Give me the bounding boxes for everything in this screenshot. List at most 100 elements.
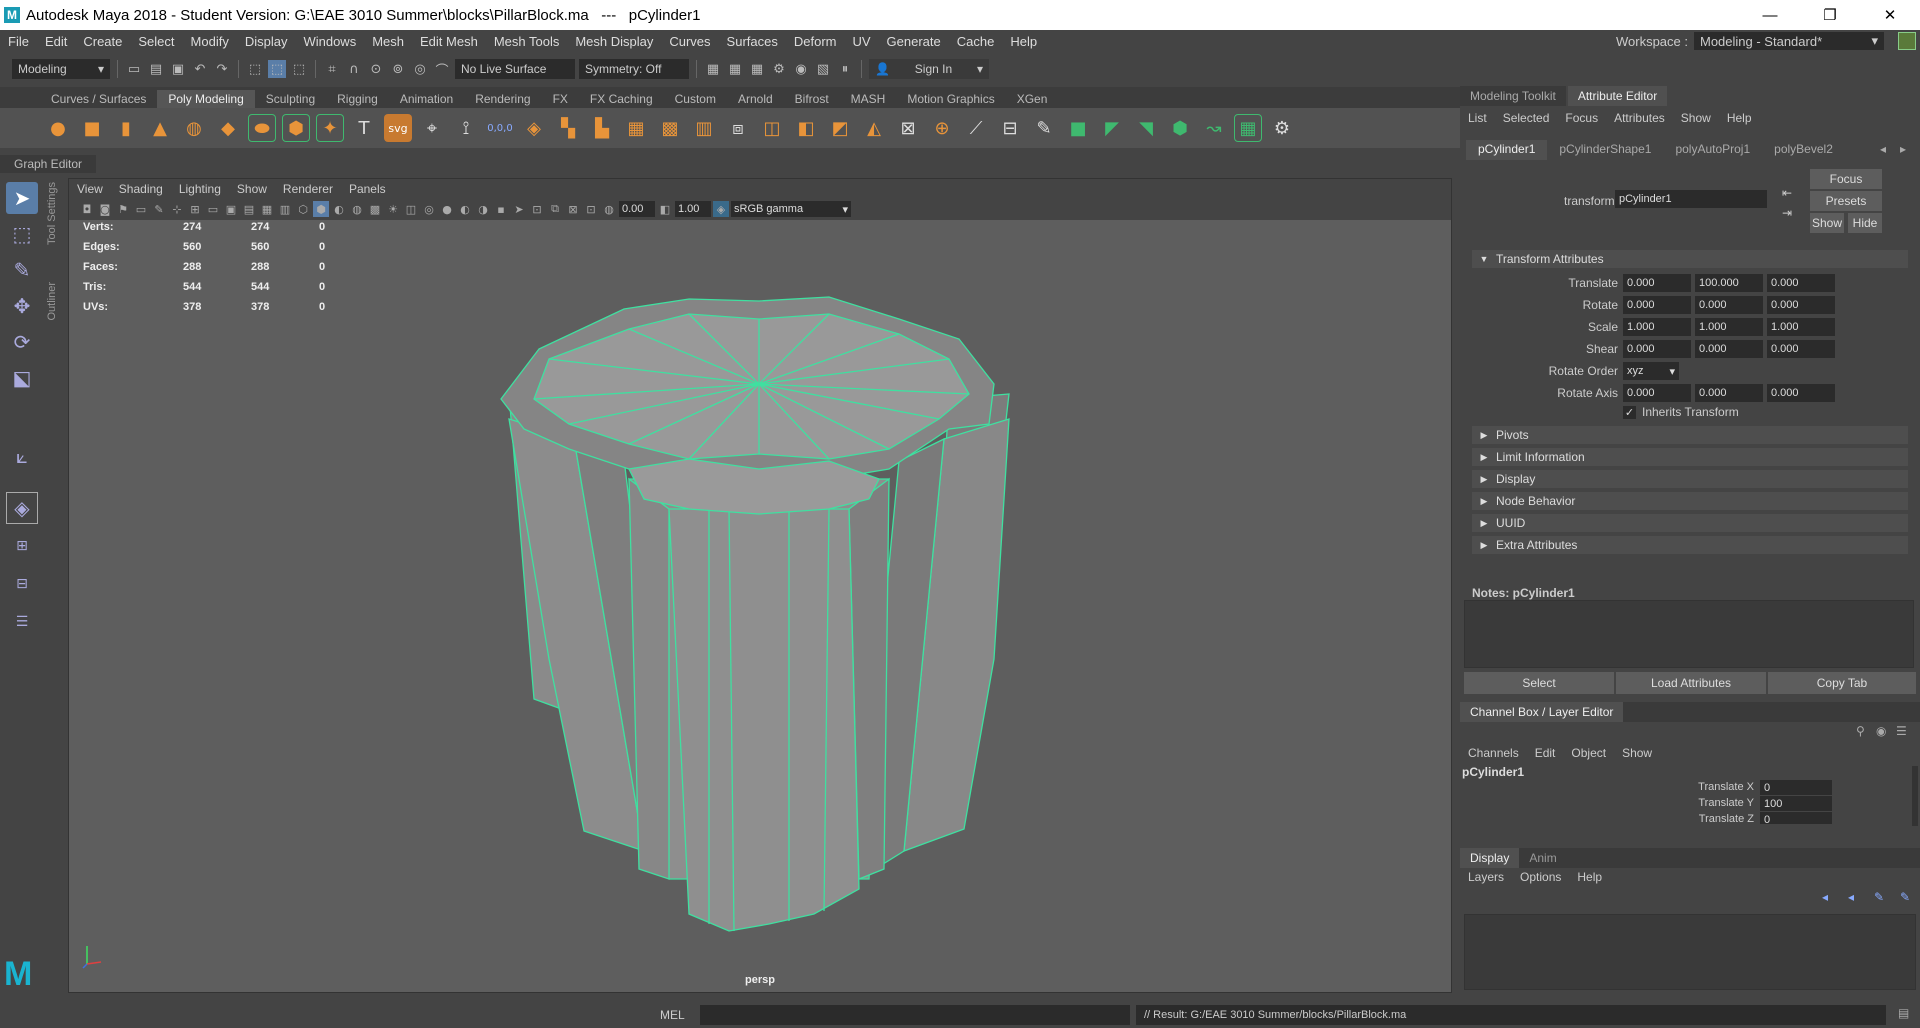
pillar-mesh[interactable]	[69, 179, 1452, 993]
render-view-icon[interactable]: ▦	[704, 60, 722, 78]
rotate-x-field[interactable]: 0.000	[1623, 296, 1691, 314]
tab-scroll-right-icon[interactable]: ▸	[1900, 142, 1906, 156]
ae-menu-focus[interactable]: Focus	[1557, 111, 1606, 125]
presets-button[interactable]: Presets	[1810, 191, 1882, 211]
two-view-icon[interactable]: ⊟	[6, 568, 38, 600]
layer-menu-layers[interactable]: Layers	[1460, 870, 1512, 884]
type-icon[interactable]: T	[350, 114, 378, 142]
translate-x-field[interactable]: 0.000	[1623, 274, 1691, 292]
channel-value-field[interactable]: 0	[1760, 780, 1832, 795]
channel-box-icon[interactable]: ⚲	[1856, 724, 1865, 738]
paint-select-tool-icon[interactable]: ✎	[6, 254, 38, 286]
transform-name-field[interactable]: pCylinder1	[1615, 190, 1767, 208]
shelf-tab-animation[interactable]: Animation	[389, 90, 464, 108]
channel-value-field[interactable]: 0	[1760, 812, 1832, 824]
rotate-order-dropdown[interactable]: xyz ▾	[1623, 362, 1679, 380]
transform-attributes-section[interactable]: ▼ Transform Attributes	[1472, 250, 1908, 268]
cb-menu-object[interactable]: Object	[1563, 746, 1614, 760]
cut-uv-icon[interactable]: ↝	[1200, 114, 1228, 142]
shelf-tab-rendering[interactable]: Rendering	[464, 90, 541, 108]
snap-point-icon[interactable]: ⊙	[367, 60, 385, 78]
focus-arrow-icon[interactable]: ⇤	[1782, 186, 1792, 200]
spherical-uv-icon[interactable]: ◥	[1132, 114, 1160, 142]
tab-modeling-toolkit[interactable]: Modeling Toolkit	[1460, 86, 1566, 106]
poly-cube-icon[interactable]: ■	[78, 114, 106, 142]
shelf-tab-arnold[interactable]: Arnold	[727, 90, 784, 108]
cylindrical-uv-icon[interactable]: ◤	[1098, 114, 1126, 142]
close-button[interactable]: ✕	[1860, 0, 1920, 30]
copy-tab-button[interactable]: Copy Tab	[1768, 672, 1916, 694]
uuid-section[interactable]: ▶ UUID	[1472, 514, 1908, 532]
shelf-tab-curves-surfaces[interactable]: Curves / Surfaces	[40, 90, 157, 108]
new-layer-icon[interactable]: ✎	[1874, 890, 1884, 904]
shelf-tab-poly-modeling[interactable]: Poly Modeling	[157, 90, 255, 108]
multi-cut-icon[interactable]: ⊠	[894, 114, 922, 142]
rotate-axis-y-field[interactable]: 0.000	[1695, 384, 1763, 402]
open-scene-icon[interactable]: ▤	[147, 60, 165, 78]
show-button[interactable]: Show	[1810, 213, 1844, 233]
menu-create[interactable]: Create	[75, 34, 130, 49]
node-tab-pcylinder1[interactable]: pCylinder1	[1466, 140, 1548, 160]
arnold-icon[interactable]: ▧	[814, 60, 832, 78]
maximize-button[interactable]: ❐	[1800, 0, 1860, 30]
graph-editor-tab[interactable]: Graph Editor	[0, 155, 97, 173]
fill-hole-icon[interactable]: ◩	[826, 114, 854, 142]
tool-settings-icon[interactable]: ☰	[1896, 724, 1907, 738]
render-icon[interactable]: ▦	[726, 60, 744, 78]
node-tab-pcylindershape1[interactable]: pCylinderShape1	[1547, 140, 1663, 160]
quad-draw-icon[interactable]: ✎	[1030, 114, 1058, 142]
center-pivot-icon[interactable]: ⌖	[418, 114, 446, 142]
sign-in-button[interactable]: 👤 Sign In ▾	[869, 59, 989, 79]
cb-menu-show[interactable]: Show	[1614, 746, 1660, 760]
ae-menu-list[interactable]: List	[1460, 111, 1495, 125]
poly-torus-icon[interactable]: ◍	[180, 114, 208, 142]
last-tool-icon[interactable]: ⟀	[6, 440, 38, 472]
lock-icon[interactable]	[1898, 32, 1916, 50]
poly-plane-icon[interactable]: ◆	[214, 114, 242, 142]
scale-y-field[interactable]: 1.000	[1695, 318, 1763, 336]
single-view-icon[interactable]: ◈	[6, 492, 38, 524]
workspace-dropdown[interactable]: Modeling - Standard* ▾	[1694, 32, 1884, 50]
menu-deform[interactable]: Deform	[786, 34, 845, 49]
pause-icon[interactable]: ⏸	[836, 60, 854, 78]
insert-edge-loop-icon[interactable]: ⟋	[962, 114, 990, 142]
ae-menu-help[interactable]: Help	[1719, 111, 1760, 125]
menu-mesh[interactable]: Mesh	[364, 34, 412, 49]
menu-windows[interactable]: Windows	[295, 34, 364, 49]
four-view-icon[interactable]: ⊞	[6, 530, 38, 562]
snap-view-icon[interactable]: ◎	[411, 60, 429, 78]
hypershade-icon[interactable]: ◉	[792, 60, 810, 78]
node-tab-polybevel2[interactable]: polyBevel2	[1762, 140, 1845, 160]
move-layer-down-icon[interactable]: ◂	[1848, 890, 1854, 904]
menu-mesh-display[interactable]: Mesh Display	[567, 34, 661, 49]
save-scene-icon[interactable]: ▣	[169, 60, 187, 78]
separate-icon[interactable]: ▚	[554, 114, 582, 142]
bridge-icon[interactable]: ◫	[758, 114, 786, 142]
smooth-icon[interactable]: ▦	[622, 114, 650, 142]
layer-menu-options[interactable]: Options	[1512, 870, 1569, 884]
shelf-tab-xgen[interactable]: XGen	[1006, 90, 1059, 108]
menu-cache[interactable]: Cache	[949, 34, 1003, 49]
layer-menu-help[interactable]: Help	[1569, 870, 1610, 884]
shelf-tab-bifrost[interactable]: Bifrost	[784, 90, 840, 108]
scale-z-field[interactable]: 1.000	[1767, 318, 1835, 336]
move-layer-up-icon[interactable]: ◂	[1822, 890, 1828, 904]
snap-grid-icon[interactable]: ⌗	[323, 60, 341, 78]
menu-modify[interactable]: Modify	[183, 34, 237, 49]
undo-icon[interactable]: ↶	[191, 60, 209, 78]
select-hierarchy-icon[interactable]: ⬚	[246, 60, 264, 78]
shelf-tab-rigging[interactable]: Rigging	[326, 90, 389, 108]
rotate-z-field[interactable]: 0.000	[1767, 296, 1835, 314]
shelf-tab-mash[interactable]: MASH	[840, 90, 897, 108]
symmetry-dropdown[interactable]: Symmetry: Off	[579, 59, 689, 79]
hide-button[interactable]: Hide	[1848, 213, 1882, 233]
shelf-options-icon[interactable]: ⚙	[1268, 114, 1296, 142]
mel-label[interactable]: MEL	[660, 1002, 685, 1028]
ae-menu-show[interactable]: Show	[1673, 111, 1719, 125]
menu-edit-mesh[interactable]: Edit Mesh	[412, 34, 486, 49]
extra-attributes-section[interactable]: ▶ Extra Attributes	[1472, 536, 1908, 554]
shelf-tab-motion-graphics[interactable]: Motion Graphics	[896, 90, 1005, 108]
rotate-tool-icon[interactable]: ⟳	[6, 326, 38, 358]
display-section[interactable]: ▶ Display	[1472, 470, 1908, 488]
script-editor-icon[interactable]: ▤	[1898, 1006, 1909, 1020]
